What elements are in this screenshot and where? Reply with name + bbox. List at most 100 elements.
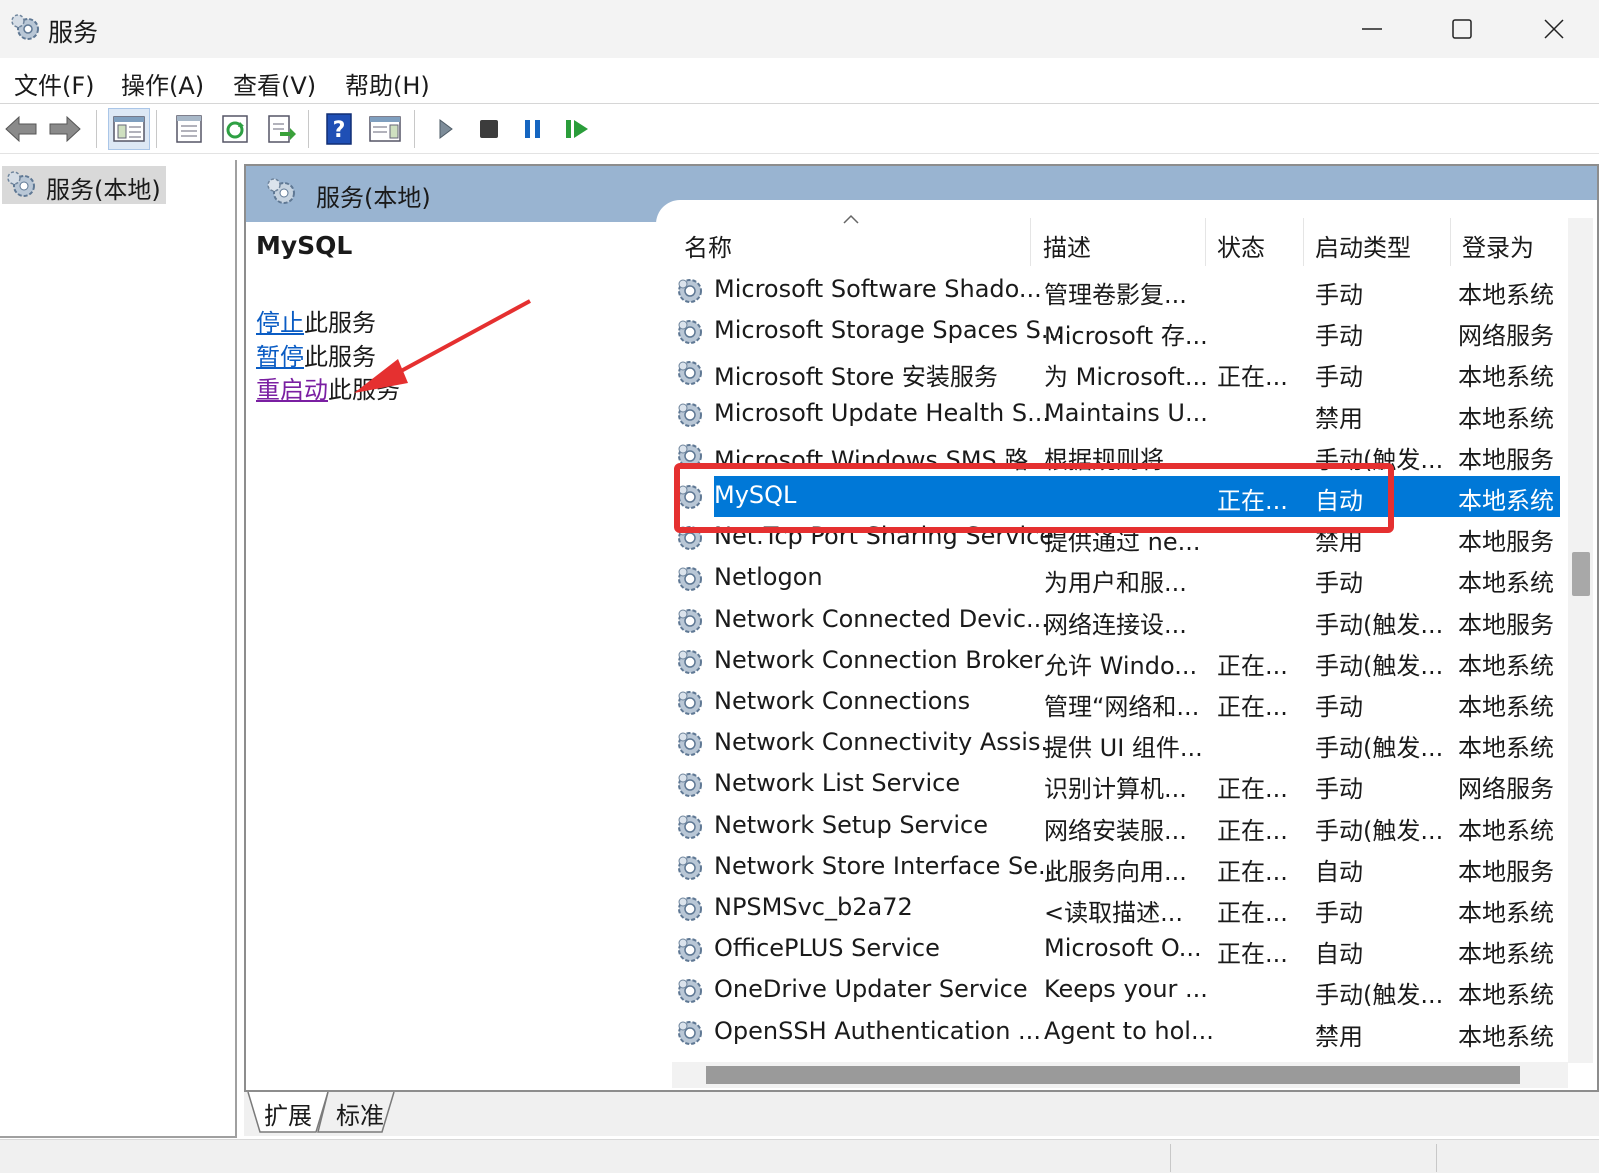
table-row[interactable]: Network Connections 管理“网络和... 正在... 手动 本地系统 [672,682,1568,723]
cell-status: 正在... [1217,816,1288,845]
cell-logon: 网络服务 [1458,322,1554,351]
selected-service-name: MySQL [256,231,353,260]
table-row[interactable]: OneDrive Updater Service Keeps your ... 手动… [672,970,1568,1011]
stop-service-icon [480,120,498,138]
toolbar-separator [96,110,97,148]
maximize-icon [1452,19,1472,39]
table-row[interactable]: Microsoft Update Health S... Maintains U.… [672,394,1568,435]
maximize-button[interactable] [1417,0,1507,58]
table-row[interactable]: Network Setup Service 网络安装服... 正在... 手动(触发.… [672,806,1568,847]
vertical-scrollbar-thumb[interactable] [1572,552,1590,596]
cell-name: Netlogon [714,563,823,592]
close-button[interactable] [1509,0,1599,58]
cell-logon: 本地系统 [1458,404,1554,433]
cell-startup: 禁用 [1315,1022,1363,1051]
column-header-name[interactable]: 名称 [684,228,732,263]
service-gear-icon [674,605,706,643]
cell-logon: 本地系统 [1458,569,1554,598]
show-action-pane-button[interactable] [364,108,406,150]
back-button[interactable] [0,108,42,150]
menu-file[interactable]: 文件(F) [14,66,95,101]
table-row[interactable]: Netlogon 为用户和服... 手动 本地系统 [672,558,1568,599]
panel-header-title: 服务(本地) [316,184,431,212]
table-row[interactable]: Network Connected Devic... 网络连接设... 手动(触发.… [672,600,1568,641]
stop-service-link[interactable]: 停止 [256,309,304,337]
toolbar-separator [156,110,157,148]
cell-startup: 手动 [1315,569,1363,598]
service-gear-icon [674,399,706,437]
cell-name: Network Setup Service [714,810,989,839]
table-row[interactable]: Network Connection Broker 允许 Windo... 正在..… [672,641,1568,682]
stop-service-button[interactable] [468,108,510,150]
column-separator[interactable] [1303,218,1304,266]
export-list-icon [268,115,296,143]
svg-text:?: ? [333,118,346,143]
cell-logon: 本地系统 [1458,981,1554,1010]
back-icon [5,115,37,143]
cell-startup: 手动 [1315,899,1363,927]
tree-item-label: 服务(本地) [46,176,161,204]
column-separator[interactable] [1450,218,1451,266]
table-row[interactable]: Microsoft Storage Spaces S... Microsoft 存… [672,311,1568,352]
cell-status: 正在... [1217,940,1288,969]
services-gear-icon [10,12,42,44]
service-gear-icon [674,893,706,931]
refresh-button[interactable] [214,108,256,150]
show-action-pane-icon [369,116,401,142]
horizontal-scrollbar-thumb[interactable] [706,1066,1520,1084]
cell-desc: 为用户和服... [1044,569,1187,598]
cell-name: NPSMSvc_b2a72 [714,893,913,921]
service-gear-icon [674,852,706,890]
cell-desc: 提供 UI 组件... [1044,734,1203,763]
start-service-button[interactable] [424,108,466,150]
vertical-scrollbar[interactable] [1568,218,1593,1063]
cell-logon: 本地系统 [1458,487,1554,515]
column-separator[interactable] [1030,218,1031,266]
cell-startup: 禁用 [1315,404,1363,433]
show-hide-tree-button[interactable] [108,108,150,150]
pause-service-link[interactable]: 暂停 [256,343,304,371]
forward-button[interactable] [44,108,86,150]
restart-service-link[interactable]: 重启动 [256,376,328,404]
menu-help[interactable]: 帮助(H) [345,66,430,101]
cell-logon: 本地服务 [1458,610,1554,639]
toolbar: ? [0,104,1599,154]
cell-name: OfficePLUS Service [714,934,940,963]
cell-startup: 手动(触发... [1315,981,1444,1010]
table-row[interactable]: Microsoft Store 安装服务 为 Microsoft... 正在... 手… [672,352,1568,393]
cell-startup: 手动(触发... [1315,610,1444,639]
tab-standard[interactable]: 标准 [336,1096,384,1131]
tab-extended[interactable]: 扩展 [264,1096,312,1131]
close-icon [1544,19,1564,39]
table-row[interactable]: OfficePLUS Service Microsoft O... 正在... 自动 本… [672,929,1568,970]
cell-name: Network List Service [714,769,961,798]
cell-startup: 手动 [1315,281,1363,309]
start-service-icon [439,119,453,139]
cell-name: Network Store Interface Se... [714,851,1061,880]
resume-service-button[interactable] [556,108,598,150]
table-row[interactable]: OpenSSH Authentication ... Agent to hol..… [672,1012,1568,1053]
properties-button[interactable] [168,108,210,150]
table-row[interactable]: Network Connectivity Assis... 提供 UI 组件...… [672,723,1568,764]
cell-name: Network Connected Devic... [714,604,1049,633]
menu-bar: 文件(F) 操作(A) 查看(V) 帮助(H) [0,58,1599,104]
column-header-startup-type[interactable]: 启动类型 [1315,228,1411,263]
menu-view[interactable]: 查看(V) [233,66,316,101]
export-list-button[interactable] [260,108,302,150]
service-gear-icon [674,1017,706,1055]
table-row[interactable]: Network Store Interface Se... 此服务向用... 正在.… [672,847,1568,888]
cell-desc: Agent to hol... [1044,1016,1214,1045]
cell-desc: Keeps your ... [1044,975,1208,1004]
pause-service-button[interactable] [512,108,554,150]
table-row[interactable]: NPSMSvc_b2a72 <读取描述... 正在... 手动 本地系统 [672,888,1568,929]
table-row[interactable]: Microsoft Software Shado... 管理卷影复... 手动 本地系… [672,270,1568,311]
minimize-button[interactable] [1327,0,1417,58]
column-header-status[interactable]: 状态 [1217,228,1265,263]
help-button[interactable]: ? [318,108,360,150]
column-header-logon-as[interactable]: 登录为 [1462,228,1534,263]
tree-item-services-local[interactable]: 服务(本地) [2,166,166,204]
table-row[interactable]: Network List Service 识别计算机... 正在... 手动 网络服务 [672,764,1568,805]
menu-action[interactable]: 操作(A) [121,66,204,101]
column-header-description[interactable]: 描述 [1043,228,1091,263]
column-separator[interactable] [1205,218,1206,266]
